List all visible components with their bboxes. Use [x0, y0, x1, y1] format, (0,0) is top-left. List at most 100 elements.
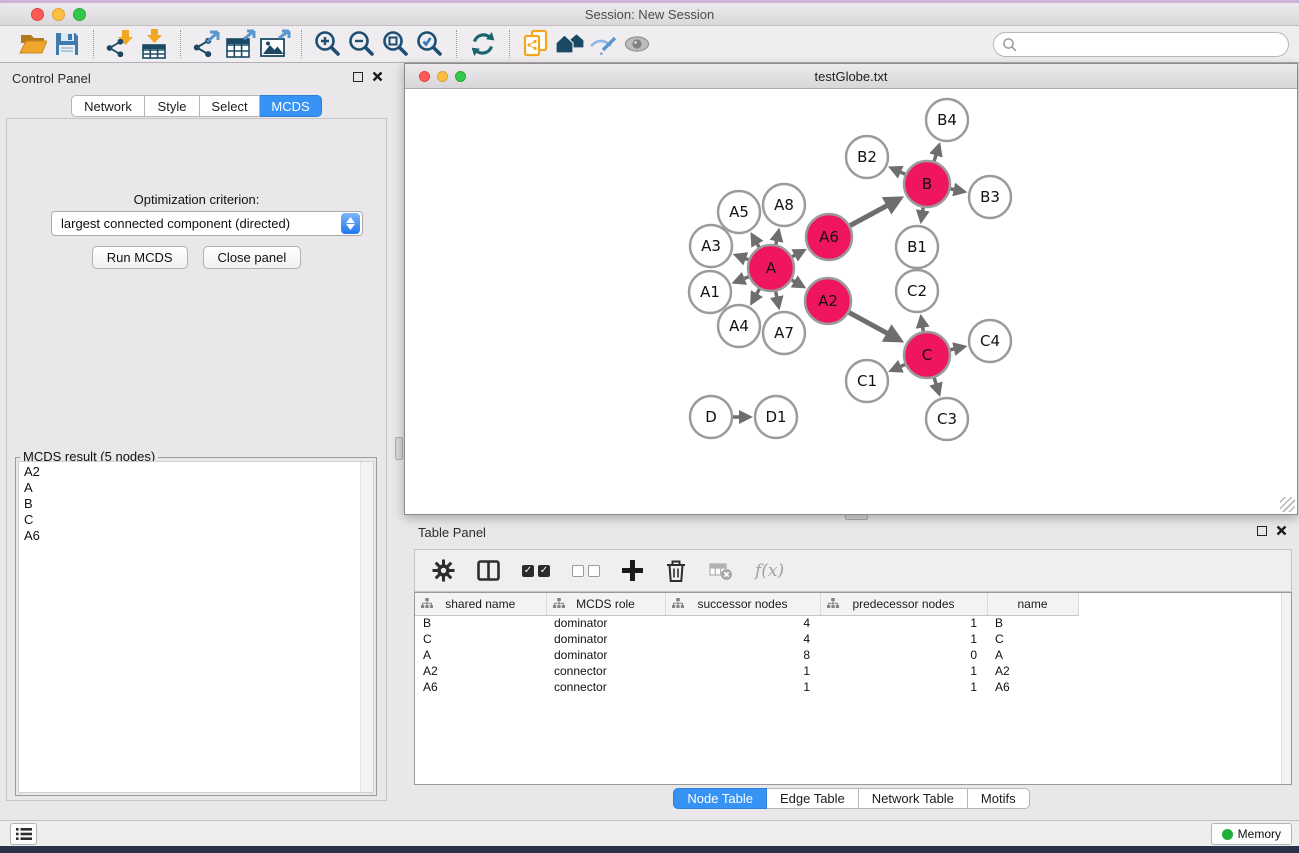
float-panel-icon[interactable]: [353, 72, 363, 82]
column-header-mcds-role[interactable]: MCDS role: [546, 593, 665, 615]
svg-text:A3: A3: [701, 237, 721, 255]
memory-label: Memory: [1238, 827, 1281, 841]
select-all-checkboxes-icon[interactable]: ✓✓: [522, 565, 550, 577]
export-network-icon[interactable]: [190, 29, 224, 59]
svg-text:A: A: [766, 259, 777, 277]
zoom-fit-icon[interactable]: [379, 29, 413, 59]
graph-node-C3[interactable]: C3: [926, 398, 968, 440]
graph-node-C4[interactable]: C4: [969, 320, 1011, 362]
float-table-panel-icon[interactable]: [1257, 526, 1267, 536]
deselect-all-checkboxes-icon[interactable]: [572, 565, 600, 577]
network-window-title: testGlobe.txt: [405, 69, 1297, 84]
tab-style[interactable]: Style: [145, 95, 200, 117]
tab-edge-table[interactable]: Edge Table: [767, 788, 859, 809]
search-field[interactable]: [993, 32, 1289, 57]
graph-node-A3[interactable]: A3: [690, 225, 732, 267]
optimization-criterion-select[interactable]: largest connected component (directed): [51, 211, 363, 236]
network-overview-houses-icon[interactable]: [553, 29, 587, 59]
import-table-icon[interactable]: [137, 29, 171, 59]
column-tree-icon: [827, 598, 839, 610]
graph-node-D[interactable]: D: [690, 396, 732, 438]
export-image-icon[interactable]: [258, 29, 292, 59]
svg-text:A8: A8: [774, 196, 794, 214]
graph-node-A5[interactable]: A5: [718, 191, 760, 233]
save-session-icon[interactable]: [50, 29, 84, 59]
search-icon: [1002, 37, 1018, 53]
mcds-result-item[interactable]: A2: [24, 464, 373, 480]
close-panel-icon[interactable]: [372, 71, 383, 82]
vertical-splitter-handle[interactable]: [395, 437, 403, 460]
network-canvas[interactable]: B4 B2 B B3 A5 A8 A6 B1 A3 A A1 C2 A2 A4A7 C C4 C1 C3 D D1: [406, 89, 1296, 513]
task-history-list-icon[interactable]: [10, 823, 37, 845]
search-input[interactable]: [1018, 35, 1288, 55]
mcds-result-item[interactable]: A: [24, 480, 373, 496]
graph-node-B1[interactable]: B1: [896, 226, 938, 268]
graph-node-A1[interactable]: A1: [689, 271, 731, 313]
close-panel-button[interactable]: Close panel: [203, 246, 302, 269]
svg-text:C1: C1: [857, 372, 877, 390]
mcds-result-item[interactable]: C: [24, 512, 373, 528]
graph-node-A2[interactable]: A2: [805, 278, 851, 324]
toolbar-separator: [301, 30, 302, 58]
graph-node-C[interactable]: C: [904, 332, 950, 378]
graph-node-A7[interactable]: A7: [763, 312, 805, 354]
window-resize-grip[interactable]: [1280, 497, 1295, 512]
table-row[interactable]: Adominator80A: [415, 647, 1078, 663]
import-network-icon[interactable]: [103, 29, 137, 59]
status-bar: Memory: [0, 820, 1299, 846]
show-columns-icon[interactable]: [477, 560, 500, 581]
tab-mcds[interactable]: MCDS: [260, 95, 322, 117]
graph-node-B3[interactable]: B3: [969, 176, 1011, 218]
node-table: shared nameMCDS rolesuccessor nodesprede…: [415, 593, 1079, 695]
graph-node-A4[interactable]: A4: [718, 305, 760, 347]
function-builder-icon: f(x): [755, 561, 784, 581]
export-table-icon[interactable]: [224, 29, 258, 59]
graph-node-D1[interactable]: D1: [755, 396, 797, 438]
table-row[interactable]: Bdominator41B: [415, 615, 1078, 631]
network-graph: B4 B2 B B3 A5 A8 A6 B1 A3 A A1 C2 A2 A4A7 C C4 C1 C3 D D1: [406, 89, 1298, 514]
table-cell: 8: [665, 647, 820, 663]
toolbar-separator: [93, 30, 94, 58]
table-row[interactable]: A6connector11A6: [415, 679, 1078, 695]
graph-node-C1[interactable]: C1: [846, 360, 888, 402]
mcds-result-item[interactable]: B: [24, 496, 373, 512]
table-scrollbar[interactable]: [1281, 593, 1291, 784]
tab-motifs[interactable]: Motifs: [968, 788, 1030, 809]
show-eye-icon[interactable]: [621, 29, 655, 59]
mcds-list-scrollbar[interactable]: [360, 462, 373, 792]
column-header-shared-name[interactable]: shared name: [415, 593, 546, 615]
table-row[interactable]: A2connector11A2: [415, 663, 1078, 679]
graph-node-B[interactable]: B: [904, 161, 950, 207]
tab-node-table[interactable]: Node Table: [673, 788, 767, 809]
graph-node-A8[interactable]: A8: [763, 184, 805, 226]
zoom-selected-icon[interactable]: [413, 29, 447, 59]
graph-node-A6[interactable]: A6: [806, 214, 852, 260]
graph-node-B4[interactable]: B4: [926, 99, 968, 141]
graph-node-C2[interactable]: C2: [896, 270, 938, 312]
column-header-successor-nodes[interactable]: successor nodes: [665, 593, 820, 615]
table-settings-gear-icon[interactable]: [432, 559, 455, 582]
zoom-in-icon[interactable]: [311, 29, 345, 59]
column-header-predecessor-nodes[interactable]: predecessor nodes: [820, 593, 987, 615]
delete-column-trash-icon[interactable]: [665, 559, 687, 583]
tab-network-table[interactable]: Network Table: [859, 788, 968, 809]
graph-node-B2[interactable]: B2: [846, 136, 888, 178]
table-panel-title: Table Panel: [418, 525, 486, 540]
mcds-result-item[interactable]: A6: [24, 528, 373, 544]
delete-table-icon-disabled: [709, 561, 733, 581]
graph-node-A[interactable]: A: [748, 245, 794, 291]
refresh-icon[interactable]: [466, 29, 500, 59]
close-table-panel-icon[interactable]: [1276, 525, 1287, 536]
svg-text:B3: B3: [980, 188, 1000, 206]
tab-select[interactable]: Select: [200, 95, 260, 117]
tab-network[interactable]: Network: [71, 95, 145, 117]
zoom-out-icon[interactable]: [345, 29, 379, 59]
memory-button[interactable]: Memory: [1211, 823, 1292, 845]
duplicate-network-icon[interactable]: [519, 29, 553, 59]
run-mcds-button[interactable]: Run MCDS: [92, 246, 188, 269]
table-row[interactable]: Cdominator41C: [415, 631, 1078, 647]
column-header-name[interactable]: name: [987, 593, 1078, 615]
open-session-icon[interactable]: [16, 29, 50, 59]
add-column-plus-icon[interactable]: [622, 560, 643, 581]
hide-panels-eye-icon[interactable]: [587, 29, 621, 59]
